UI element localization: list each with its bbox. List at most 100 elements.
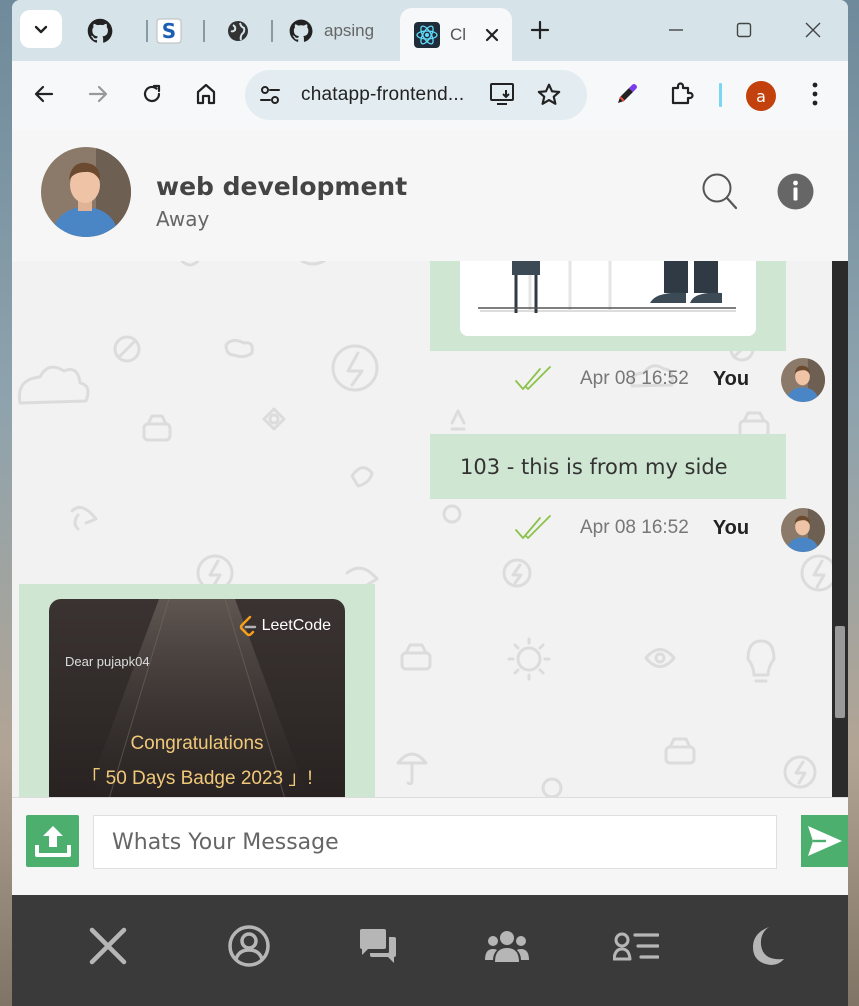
- tab-s[interactable]: S: [156, 12, 182, 50]
- message-list[interactable]: Apr 08 16:52 You 103 - this is from my s…: [12, 261, 848, 797]
- sender-avatar[interactable]: [781, 358, 825, 402]
- avatar-photo: [781, 508, 825, 552]
- groups-icon: [485, 931, 529, 962]
- chevron-down-icon: [34, 25, 48, 34]
- install-app-icon[interactable]: [489, 82, 517, 108]
- bottom-nav: [12, 895, 848, 1006]
- message-image[interactable]: [460, 261, 756, 336]
- kebab-menu-icon: [812, 82, 818, 106]
- home-icon: [196, 83, 216, 105]
- badge-title: 「 50 Days Badge 2023 」!: [81, 768, 313, 789]
- logo-text: LeetCode: [261, 617, 331, 634]
- back-button[interactable]: [29, 79, 59, 109]
- contact-status: Away: [156, 207, 210, 231]
- double-check-icon: [515, 515, 551, 539]
- message-bubble-outgoing[interactable]: 103 - this is from my side: [430, 434, 786, 499]
- back-arrow-icon: [34, 85, 54, 103]
- browser-toolbar: chatapp-frontend... a: [12, 61, 848, 130]
- puzzle-icon: [671, 82, 694, 105]
- message-meta: Apr 08 16:52 You: [514, 514, 749, 542]
- sender-avatar[interactable]: [781, 508, 825, 552]
- new-tab-button[interactable]: [528, 18, 552, 42]
- eyedropper-icon: [618, 84, 637, 103]
- info-icon[interactable]: [777, 173, 814, 210]
- reload-icon: [143, 84, 161, 103]
- nav-close[interactable]: [85, 923, 131, 969]
- close-icon: [89, 927, 127, 965]
- nav-groups[interactable]: [484, 923, 530, 969]
- message-sender: You: [712, 367, 750, 390]
- github-icon: [87, 18, 113, 43]
- close-window-button[interactable]: [801, 18, 825, 42]
- tab-active[interactable]: Cl: [400, 8, 512, 61]
- minimize-icon: [669, 29, 683, 31]
- globe-icon: [228, 21, 248, 41]
- message-time: Apr 08 16:52: [580, 517, 689, 538]
- tab-label: Cl: [450, 24, 467, 44]
- leetcode-icon: [239, 615, 256, 637]
- profile-icon: [228, 925, 270, 967]
- profile-avatar[interactable]: a: [746, 81, 776, 111]
- tab-github-1[interactable]: [86, 12, 148, 50]
- chat-header: web development Away: [12, 130, 848, 262]
- nav-dark-mode[interactable]: [742, 923, 788, 969]
- send-button[interactable]: [801, 815, 848, 867]
- github-icon: [289, 19, 313, 42]
- contact-avatar[interactable]: [41, 147, 131, 237]
- tab-globe[interactable]: [226, 12, 250, 50]
- message-bubble-image-outgoing[interactable]: [430, 261, 786, 351]
- extensions-button[interactable]: [666, 79, 696, 109]
- upload-button[interactable]: [26, 815, 79, 867]
- tab-github-2[interactable]: apsing: [288, 12, 374, 50]
- leetcode-logo: LeetCode: [238, 615, 331, 637]
- site-settings-icon[interactable]: [259, 84, 281, 106]
- forward-button[interactable]: [83, 79, 113, 109]
- forward-arrow-icon: [88, 85, 108, 103]
- s-logo-icon: S: [156, 18, 182, 44]
- message-sender: You: [712, 516, 750, 539]
- address-bar[interactable]: chatapp-frontend...: [245, 70, 587, 120]
- browser-menu-button[interactable]: [800, 79, 830, 109]
- reload-button[interactable]: [137, 79, 167, 109]
- upload-icon: [34, 826, 71, 857]
- double-check-icon: [515, 366, 551, 390]
- url-text: chatapp-frontend...: [301, 84, 465, 105]
- illustration-image: [460, 261, 756, 336]
- chats-icon: [360, 929, 396, 963]
- plus-icon: [530, 20, 550, 40]
- message-text: 103 - this is from my side: [460, 454, 728, 479]
- nav-contacts[interactable]: [613, 923, 659, 969]
- message-input[interactable]: [93, 815, 777, 869]
- home-button[interactable]: [191, 79, 221, 109]
- tab-search-button[interactable]: [20, 10, 62, 48]
- message-bubble-image-incoming[interactable]: LeetCode Dear pujapk04 Congratulations 「…: [19, 584, 375, 797]
- leetcode-badge-image[interactable]: LeetCode Dear pujapk04 Congratulations 「…: [49, 599, 345, 797]
- contact-name: web development: [156, 172, 408, 201]
- tab-strip: S apsing Cl: [12, 0, 848, 61]
- nav-profile[interactable]: [226, 923, 272, 969]
- maximize-button[interactable]: [732, 18, 756, 42]
- message-scrollbar[interactable]: [832, 261, 848, 797]
- contacts-icon: [613, 932, 659, 961]
- send-icon: [807, 826, 842, 856]
- scrollbar-thumb[interactable]: [835, 626, 845, 718]
- badge-recipient: Dear pujapk04: [65, 654, 150, 669]
- maximize-icon: [736, 22, 752, 38]
- nav-chats[interactable]: [355, 923, 401, 969]
- minimize-button[interactable]: [664, 18, 688, 42]
- message-composer: [12, 797, 848, 895]
- avatar-photo: [781, 358, 825, 402]
- bookmark-star-icon[interactable]: [536, 82, 562, 108]
- avatar-photo: [41, 147, 131, 237]
- eyedropper-extension[interactable]: [612, 79, 642, 109]
- svg-text:S: S: [162, 19, 176, 43]
- message-time: Apr 08 16:52: [580, 368, 689, 389]
- message-meta: Apr 08 16:52 You: [514, 365, 749, 393]
- dark-mode-icon: [753, 927, 784, 965]
- search-icon[interactable]: [701, 172, 739, 212]
- chat-app: web development Away Apr 08 16:52 You 10…: [12, 130, 848, 1006]
- badge-congrats: Congratulations: [130, 733, 264, 754]
- profile-initial: a: [756, 86, 766, 106]
- close-tab-icon[interactable]: [484, 27, 500, 43]
- react-icon: [414, 21, 440, 48]
